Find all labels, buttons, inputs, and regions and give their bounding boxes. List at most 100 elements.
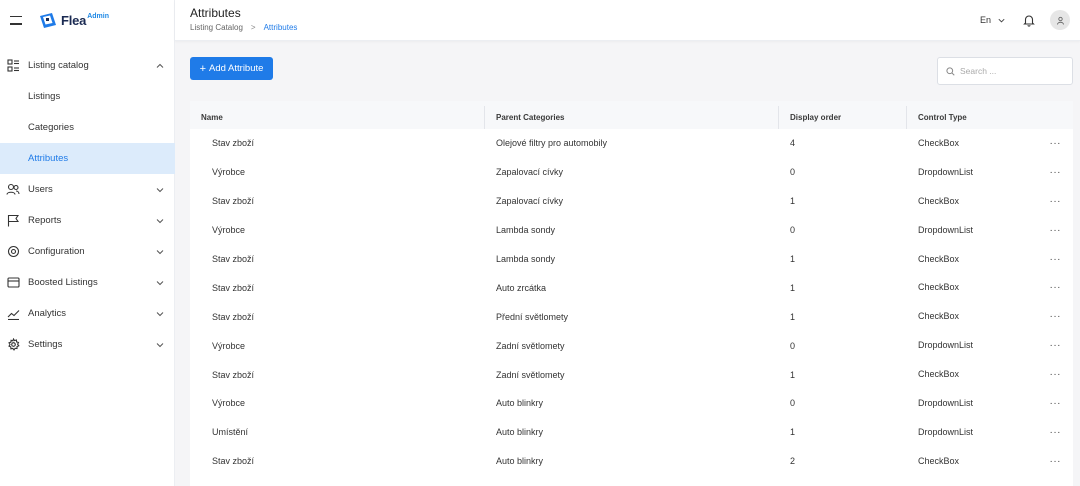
cell-control-type: DropdownList ··· <box>907 427 1073 438</box>
cell-display-order: 0 <box>790 340 796 351</box>
cell-name: Stav zboží <box>212 196 255 207</box>
cell-parent-categories: Olejové filtry pro automobily <box>496 138 608 149</box>
breadcrumb-link-listing-catalog[interactable]: Listing Catalog <box>190 23 243 32</box>
cell-display-order: 1 <box>790 254 796 264</box>
table-row[interactable]: Stav zboží Zapalovací cívky 1 CheckBox ··· <box>190 187 1073 216</box>
column-header-display-order[interactable]: Display order <box>779 106 907 129</box>
sidebar-item-reports[interactable]: Reports <box>0 205 175 236</box>
cell-name: Stav zboží <box>212 311 255 322</box>
chevron-down-icon <box>156 187 164 192</box>
sidebar-subitem-listings[interactable]: Listings <box>0 81 175 112</box>
table-row[interactable]: Stav zboží Auto blinkry 2 CheckBox ··· <box>190 447 1073 476</box>
table-row[interactable]: Umístění Auto blinkry 1 DropdownList ··· <box>190 418 1073 447</box>
sidebar-item-label: Settings <box>28 339 63 350</box>
more-actions-icon[interactable]: ··· <box>1047 456 1061 467</box>
cell-name: Stav zboží <box>212 138 255 149</box>
logo-sup: Admin <box>87 12 109 20</box>
search-input[interactable] <box>960 66 1070 76</box>
grid-list-icon <box>6 59 20 73</box>
sidebar-item-boosted-listings[interactable]: Boosted Listings <box>0 267 175 298</box>
cell-parent-categories: Zapalovací cívky <box>496 196 564 207</box>
brand-bar: Flea Admin <box>0 0 174 40</box>
header-actions: En <box>980 9 1070 31</box>
sidebar-item-listing-catalog[interactable]: Listing catalog <box>0 50 175 81</box>
chevron-down-icon <box>156 342 164 347</box>
cell-parent-categories: Auto blinkry <box>496 427 544 438</box>
more-actions-icon[interactable]: ··· <box>1047 340 1061 351</box>
cell-display-order: 1 <box>790 282 796 293</box>
cell-parent-categories: Auto blinkry <box>496 398 544 409</box>
chevron-up-icon <box>156 63 164 68</box>
more-actions-icon[interactable]: ··· <box>1047 398 1061 409</box>
cell-display-order: 1 <box>790 196 796 207</box>
menu-toggle-icon[interactable] <box>10 15 22 25</box>
logo[interactable]: Flea Admin <box>38 11 109 29</box>
cell-name: Umístění <box>212 427 249 438</box>
add-attribute-button[interactable]: + Add Attribute <box>190 57 273 80</box>
gear-icon <box>6 245 20 259</box>
sidebar-item-label: Configuration <box>28 246 85 257</box>
more-actions-icon[interactable]: ··· <box>1047 167 1061 178</box>
cell-parent-categories: Zadní světlomety <box>496 340 565 351</box>
attributes-table: Name Parent Categories Display order Con… <box>190 101 1073 486</box>
column-header-control-type[interactable]: Control Type <box>907 106 1073 129</box>
more-actions-icon[interactable]: ··· <box>1047 427 1061 438</box>
avatar[interactable] <box>1050 10 1070 30</box>
card-icon <box>6 276 20 290</box>
sidebar-nav: Listing catalog Listings Categories Attr… <box>0 50 175 360</box>
more-actions-icon[interactable]: ··· <box>1047 282 1061 293</box>
logo-icon <box>40 13 56 28</box>
table-row[interactable]: Stav zboží Lambda sondy 1 CheckBox ··· <box>190 245 1073 274</box>
table-row[interactable]: Výrobce Auto blinkry 0 DropdownList ··· <box>190 389 1073 418</box>
cell-name: Stav zboží <box>212 369 255 380</box>
table-row[interactable]: Výrobce Zadní světlomety 0 DropdownList ··· <box>190 331 1073 360</box>
cell-control-type: CheckBox ··· <box>907 369 1073 380</box>
cell-control-type: CheckBox ··· <box>907 138 1073 149</box>
cell-display-order: 0 <box>790 225 796 236</box>
cell-control-type: DropdownList ··· <box>907 225 1073 236</box>
sidebar-item-settings[interactable]: Settings <box>0 329 175 360</box>
cell-parent-categories: Zapalovací cívky <box>496 167 564 178</box>
control-type-value: CheckBox <box>918 137 960 148</box>
sidebar-item-configuration[interactable]: Configuration <box>0 236 175 267</box>
cell-display-order: 1 <box>790 427 796 438</box>
breadcrumb-current: Attributes <box>263 23 298 32</box>
page-title: Attributes <box>190 6 241 20</box>
more-actions-icon[interactable]: ··· <box>1047 311 1061 322</box>
sidebar-subitem-attributes[interactable]: Attributes <box>0 143 175 174</box>
table-row[interactable]: Výrobce Lambda sondy 0 DropdownList ··· <box>190 216 1073 245</box>
cell-display-order: 4 <box>790 138 796 149</box>
chevron-down-icon <box>156 311 164 316</box>
more-actions-icon[interactable]: ··· <box>1047 254 1061 265</box>
control-type-value: DropdownList <box>918 426 974 437</box>
more-actions-icon[interactable]: ··· <box>1047 369 1061 380</box>
cell-name: Výrobce <box>212 167 246 178</box>
sidebar-item-users[interactable]: Users <box>0 174 175 205</box>
sidebar-item-label: Boosted Listings <box>28 277 98 288</box>
more-actions-icon[interactable]: ··· <box>1047 225 1061 236</box>
control-type-value: CheckBox <box>918 311 960 322</box>
bell-icon[interactable] <box>1022 13 1036 27</box>
cell-display-order: 1 <box>790 369 796 380</box>
cell-control-type: CheckBox ··· <box>907 456 1073 467</box>
sidebar-item-analytics[interactable]: Analytics <box>0 298 175 329</box>
cell-parent-categories: Zadní světlomety <box>496 369 565 380</box>
table-row[interactable]: Výrobce Zapalovací cívky 0 DropdownList ··· <box>190 158 1073 187</box>
more-actions-icon[interactable]: ··· <box>1047 196 1061 207</box>
table-row[interactable]: Stav zboží Zadní světlomety 1 CheckBox ··· <box>190 360 1073 389</box>
table-row[interactable]: Stav zboží Přední světlomety 1 CheckBox ··· <box>190 302 1073 331</box>
cell-name: Výrobce <box>212 398 246 409</box>
sidebar-subitem-categories[interactable]: Categories <box>0 112 175 143</box>
column-header-name[interactable]: Name <box>190 106 485 129</box>
table-row[interactable]: Stav zboží Auto zrcátka 1 CheckBox ··· <box>190 273 1073 302</box>
more-actions-icon[interactable]: ··· <box>1047 138 1061 149</box>
column-header-parent-categories[interactable]: Parent Categories <box>485 106 779 129</box>
search-box[interactable] <box>937 57 1073 85</box>
cell-name: Stav zboží <box>212 456 255 467</box>
sidebar-item-label: Listing catalog <box>28 60 89 71</box>
chart-line-icon <box>6 307 20 321</box>
language-select[interactable]: En <box>980 15 1006 25</box>
cell-display-order: 2 <box>790 456 796 467</box>
cell-display-order: 0 <box>790 398 796 409</box>
table-row[interactable]: Stav zboží Olejové filtry pro automobily 4… <box>190 129 1073 158</box>
